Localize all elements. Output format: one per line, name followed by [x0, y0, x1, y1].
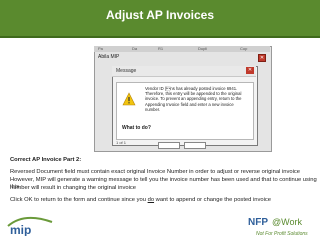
mip-logo-text: mip	[10, 223, 31, 236]
toolbar-item[interactable]: Pa	[98, 46, 103, 51]
body-line-instructions: Click OK to return to the form and conti…	[10, 197, 271, 204]
toolbar-item[interactable]: Da	[132, 46, 137, 51]
instruction-suffix: want to append or change the posted invo…	[154, 197, 272, 203]
toolbar-item[interactable]: Cop	[240, 46, 247, 51]
app-name: Abila MIP	[98, 54, 120, 60]
body-line: Reversed Document field must contain exa…	[10, 169, 300, 175]
nfp-logo-brand: NFP	[248, 217, 268, 228]
slide-title: Adjust AP Invoices	[105, 8, 215, 22]
message-text: Vendor ID (ns has already posted invoic…	[145, 86, 242, 112]
warning-icon	[122, 92, 136, 106]
pager-text: 1 of 1	[116, 140, 127, 145]
cancel-button[interactable]	[184, 142, 206, 149]
body-line: number will result in changing the origi…	[10, 185, 136, 191]
toolbar-item[interactable]: Dupli	[198, 46, 207, 51]
dialog-close-icon[interactable]: ✕	[246, 67, 254, 74]
mip-logo: mip	[7, 216, 53, 236]
nfp-logo-at: @Work	[272, 217, 302, 227]
dialog-title: Message	[116, 68, 137, 74]
nfp-at-work-logo: NFP @Work Not For Profit Solutions	[248, 217, 308, 237]
app-header: Abila MIP	[94, 52, 270, 62]
close-icon[interactable]: ✕	[258, 54, 266, 62]
ok-button[interactable]	[158, 142, 180, 149]
section-heading: Correct AP Invoice Part 2:	[10, 157, 82, 163]
nfp-logo-tagline: Not For Profit Solutions	[256, 231, 308, 237]
toolbar-item[interactable]: R1	[158, 46, 163, 51]
dialog-title-bar: Message	[112, 66, 256, 77]
what-to-do-label: What to do?	[122, 125, 151, 131]
instruction-prefix: Click OK to return to the form and conti…	[10, 197, 148, 203]
